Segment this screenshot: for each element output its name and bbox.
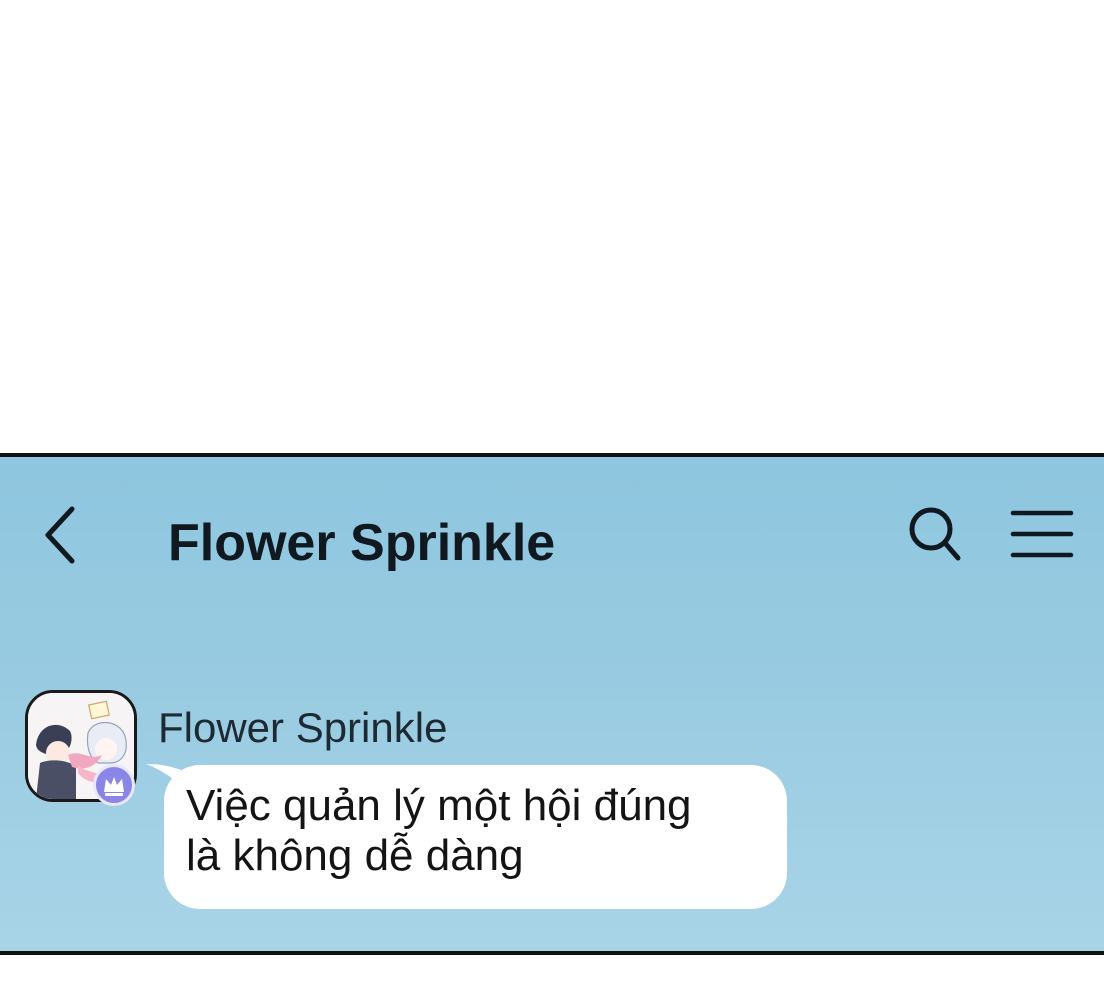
sender-name: Flower Sprinkle <box>158 704 448 751</box>
blank-area-bottom <box>0 955 1104 996</box>
message-text: Việc quản lý một hội đúng là không dễ dà… <box>186 781 776 881</box>
chat-message: Flower Sprinkle Việc quản lý một hội đún… <box>0 682 1104 922</box>
chat-header: Flower Sprinkle <box>0 457 1104 627</box>
crown-icon <box>104 777 124 796</box>
message-line: Việc quản lý một hội đúng <box>186 781 692 830</box>
message-line: là không dễ dàng <box>186 831 524 880</box>
message-bubble[interactable]: Việc quản lý một hội đúng là không dễ dà… <box>164 765 787 909</box>
chat-screen: Flower Sprinkle Flower Sprinkle Việc quả… <box>0 453 1104 955</box>
search-button[interactable] <box>904 503 966 565</box>
back-button[interactable] <box>34 501 94 571</box>
admin-badge <box>93 764 135 806</box>
chevron-left-icon <box>45 506 75 564</box>
menu-button[interactable] <box>1008 505 1076 563</box>
hamburger-menu-icon <box>1010 510 1074 558</box>
search-icon <box>909 507 961 561</box>
blank-area-top <box>0 0 1104 453</box>
chat-title: Flower Sprinkle <box>168 514 556 572</box>
